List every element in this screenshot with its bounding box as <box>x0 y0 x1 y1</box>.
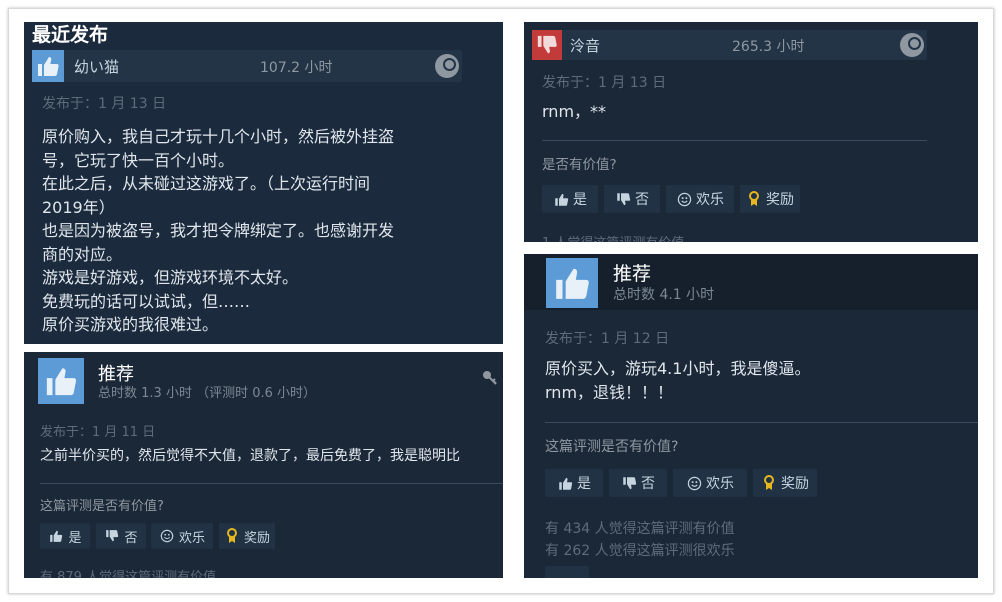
smile-icon <box>159 528 175 544</box>
author-bar: 泠音 265.3 小时 <box>532 30 927 60</box>
posted-date: 发布于：1 月 11 日 <box>40 425 156 440</box>
award-button[interactable]: 奖励 <box>219 523 275 549</box>
review-line: 也是因为被盗号，我才把令牌绑定了。也感谢开发 <box>42 221 395 240</box>
vote-no-button[interactable]: 否 <box>604 185 660 213</box>
vote-no-label: 否 <box>635 192 649 208</box>
helpful-count: 1 人觉得这篇评测有价值 <box>542 232 684 242</box>
helpful-question: 这篇评测是否有价值? <box>545 439 679 455</box>
review-line: 商的对应。 <box>42 244 123 264</box>
key-icon <box>482 370 498 386</box>
vote-yes-label: 是 <box>68 530 82 546</box>
author-name[interactable]: 幼い猫 <box>74 56 119 77</box>
vote-funny-label: 欢乐 <box>696 192 724 208</box>
playtime-summary: 总时数 1.3 小时 （评测时 0.6 小时） <box>98 386 317 401</box>
thumbs-up-icon <box>32 50 64 82</box>
review-line: 原价买游戏的我很难过。 <box>42 315 219 334</box>
vote-funny-label: 欢乐 <box>178 530 205 546</box>
review-line: 原价买入，游玩4.1小时，我是傻逼。 <box>545 359 811 378</box>
review-body: 原价购入，我自己才玩十几个小时，然后被外挂盗 号，它玩了快一百个小时。 在此之后… <box>42 125 492 337</box>
review-panel-2: 推荐 总时数 1.3 小时 （评测时 0.6 小时） 发布于：1 月 11 日 … <box>24 352 503 578</box>
playtime: 107.2 小时 <box>260 60 333 76</box>
section-heading: 最近发布 <box>32 24 109 46</box>
smile-icon <box>686 475 702 491</box>
helpful-question: 是否有价值? <box>542 157 617 173</box>
divider <box>545 422 978 423</box>
posted-date: 发布于：1 月 12 日 <box>545 331 670 347</box>
award-icon <box>746 191 762 207</box>
vote-yes-label: 是 <box>577 476 591 492</box>
award-icon <box>761 475 777 491</box>
vote-no-label: 否 <box>641 476 655 492</box>
thumbs-up-icon <box>48 528 64 544</box>
review-line: 游戏是好游戏，但游戏环境不太好。 <box>42 268 299 287</box>
vote-no-button[interactable]: 否 <box>609 469 667 497</box>
vote-funny-button[interactable]: 欢乐 <box>151 523 213 549</box>
vote-no-label: 否 <box>124 530 138 546</box>
vote-funny-button[interactable]: 欢乐 <box>673 469 747 497</box>
helpful-count: 有 434 人觉得这篇评测有价值 <box>545 521 735 537</box>
vote-yes-button[interactable]: 是 <box>542 185 598 213</box>
review-body: 之前半价买的，然后觉得不大值，退款了，最后免费了，我是聪明比 <box>40 445 503 469</box>
posted-date: 发布于：1 月 13 日 <box>42 96 167 112</box>
vote-yes-button[interactable]: 是 <box>545 469 603 497</box>
thumbs-up-icon <box>546 258 598 308</box>
review-line: 在此之后，从未碰过这游戏了。（上次运行时间 <box>42 174 371 193</box>
award-label: 奖励 <box>243 530 270 546</box>
funny-count: 有 262 人觉得这篇评测很欢乐 <box>545 543 735 559</box>
award-label: 奖励 <box>781 476 809 492</box>
helpful-count: 有 879 人觉得这篇评测有价值 <box>40 570 217 578</box>
author-name[interactable]: 泠音 <box>570 35 600 56</box>
divider <box>542 140 927 141</box>
thumbs-up-icon <box>557 475 573 491</box>
review-line: 免费玩的话可以试试，但…… <box>42 291 251 311</box>
vote-funny-label: 欢乐 <box>706 476 734 492</box>
review-panel-1: 最近发布 幼い猫 107.2 小时 发布于：1 月 13 日 原价购入，我自己才… <box>24 22 503 344</box>
award-label: 奖励 <box>766 192 794 208</box>
playtime: 265.3 小时 <box>732 39 805 55</box>
steam-icon <box>900 33 924 57</box>
author-bar: 幼い猫 107.2 小时 <box>32 50 462 82</box>
smile-icon <box>676 191 692 207</box>
thumbs-down-icon <box>621 475 637 491</box>
award-button[interactable]: 奖励 <box>753 469 817 497</box>
helpful-question: 这篇评测是否有价值? <box>40 499 164 514</box>
review-line: rnm，** <box>542 102 607 121</box>
steam-icon <box>435 54 459 78</box>
thumbs-down-icon <box>615 191 631 207</box>
review-body: 原价买入，游玩4.1小时，我是傻逼。 rnm，退钱！！！ <box>545 357 810 404</box>
review-body: rnm，** <box>542 100 606 124</box>
recommendation-title: 推荐 <box>613 263 652 285</box>
review-line: 原价购入，我自己才玩十几个小时，然后被外挂盗 <box>42 127 395 146</box>
vote-yes-label: 是 <box>573 192 587 208</box>
vote-yes-button[interactable]: 是 <box>40 523 90 549</box>
comment-button[interactable] <box>545 566 589 578</box>
award-button[interactable]: 奖励 <box>740 185 800 213</box>
vote-no-button[interactable]: 否 <box>96 523 146 549</box>
review-line: rnm，退钱！！！ <box>545 382 674 402</box>
divider <box>40 483 503 484</box>
thumbs-down-icon <box>532 30 562 60</box>
review-line: 号，它玩了快一百个小时。 <box>42 150 235 170</box>
review-panel-4: 推荐 总时数 4.1 小时 发布于：1 月 12 日 原价买入，游玩4.1小时，… <box>524 254 978 578</box>
review-line: 之前半价买的，然后觉得不大值，退款了，最后免费了，我是聪明比 <box>40 448 460 464</box>
thumbs-up-icon <box>38 358 84 404</box>
thumbs-down-icon <box>104 528 120 544</box>
review-panel-3: 泠音 265.3 小时 发布于：1 月 13 日 rnm，** 是否有价值? 是… <box>524 22 978 242</box>
posted-date: 发布于：1 月 13 日 <box>542 75 667 91</box>
playtime-summary: 总时数 4.1 小时 <box>613 287 715 303</box>
review-line: 2019年） <box>42 197 115 217</box>
vote-funny-button[interactable]: 欢乐 <box>666 185 734 213</box>
award-icon <box>224 528 240 544</box>
thumbs-up-icon <box>553 191 569 207</box>
